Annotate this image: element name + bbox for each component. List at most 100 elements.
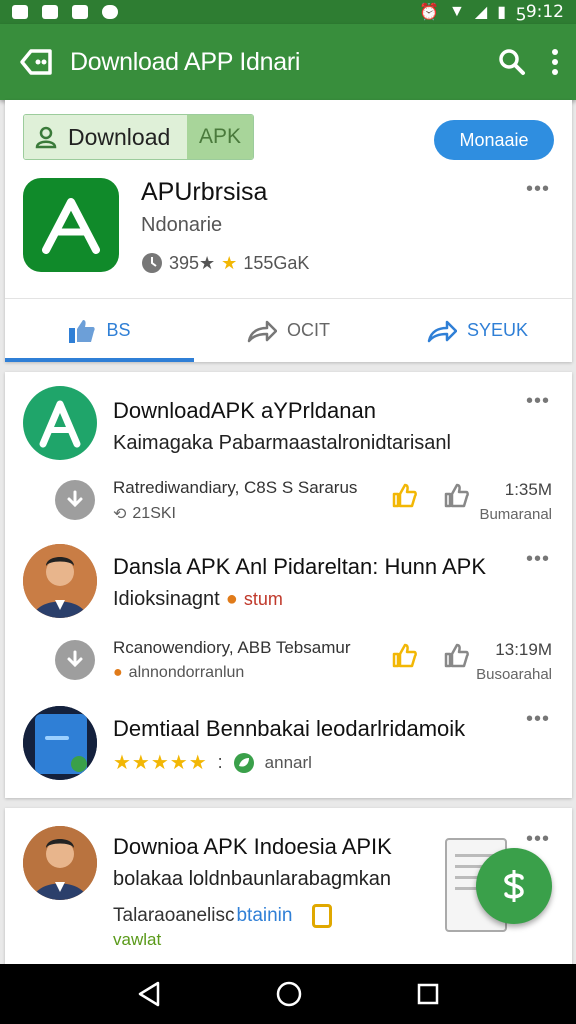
- thumbs-up-outline-icon[interactable]: [443, 642, 469, 668]
- more-options-icon[interactable]: •••: [526, 390, 550, 413]
- download-count: 155GaK: [243, 252, 310, 273]
- rating-value: 395★: [169, 252, 216, 273]
- more-options-icon[interactable]: •••: [526, 708, 550, 731]
- signal-icon: ◢: [474, 4, 488, 21]
- feed-item-subtitle: bolakaa loldnbaunlarabagmkan: [113, 868, 391, 890]
- share-arrow-icon: [247, 320, 277, 342]
- feed-item-meta: Ratrediwandiary, C8S S Sararus ⟲ 21SKI 1…: [5, 478, 572, 526]
- person-photo-icon: [23, 826, 97, 900]
- apk-label: APK: [187, 115, 253, 159]
- separator: :: [217, 752, 223, 772]
- rating-row: ★★★★★ : annarl: [113, 750, 312, 775]
- person-photo-icon: [23, 544, 97, 618]
- feed-item[interactable]: Demtiaal Bennbakai leodarlridamoik ★★★★★…: [5, 684, 572, 798]
- thumbs-up-icon[interactable]: [391, 642, 417, 668]
- app-icon-avatar: [23, 386, 97, 460]
- thumbs-up-icon[interactable]: [391, 482, 417, 508]
- item-time-sub: Busoarahal: [476, 666, 552, 683]
- feed-item[interactable]: Dansla APK Anl Pidareltan: Hunn APK Idio…: [5, 534, 572, 684]
- primary-action-button[interactable]: Monaaie: [434, 120, 554, 160]
- gallery-notification-icon: [12, 5, 28, 19]
- meta-sub: ⟲ 21SKI: [113, 504, 176, 524]
- app-name: APUrbrsisa: [141, 178, 268, 206]
- feed-item-title: Downioa APK Indoesia APIK: [113, 834, 392, 859]
- more-options-icon[interactable]: •••: [526, 828, 550, 851]
- status-bar: ⏰ ▼ ◢ ▮ ƽ9:12: [0, 0, 576, 24]
- alarm-icon: ⏰: [419, 4, 440, 21]
- back-tag-icon: [20, 49, 52, 75]
- money-icon: [504, 870, 524, 902]
- phone-screen-icon: [23, 706, 97, 780]
- app-header-card: Download APK Monaaie APUrbrsisa Ndonarie…: [5, 100, 572, 362]
- app-bar: Download APP Idnari: [0, 24, 576, 100]
- tab-label: BS: [106, 320, 131, 340]
- system-nav-bar: [0, 964, 576, 1024]
- thumbs-up-outline-icon[interactable]: [443, 482, 469, 508]
- download-label: Download: [68, 123, 171, 150]
- battery-icon: ▮: [497, 4, 506, 21]
- clipboard-icon: [312, 904, 333, 928]
- forward-arrow-icon: [427, 320, 457, 342]
- tab-forward[interactable]: SYEUK: [383, 299, 572, 362]
- tab-share[interactable]: OCIT: [194, 299, 383, 362]
- meta-sub-text: alnnondorranlun: [128, 664, 245, 681]
- feed-item-subtitle: Kaimagaka Pabarmaastalronidtarisanl: [113, 432, 451, 454]
- meta-text: Ratrediwandiary, C8S S Sararus: [113, 478, 358, 497]
- meta-sub: ● alnnondorranlun: [113, 664, 244, 682]
- app-rating: 395★ ★ 155GaK: [141, 252, 309, 274]
- tag-text: annarl: [264, 752, 312, 772]
- user-icon: [35, 126, 57, 149]
- app-developer: Ndonarie: [141, 214, 223, 236]
- search-icon[interactable]: [498, 48, 526, 76]
- back-triangle-icon[interactable]: [136, 980, 162, 1008]
- badge-icon: ●: [113, 664, 123, 681]
- recents-square-icon[interactable]: [416, 982, 440, 1006]
- letter-a-logo-icon: [42, 198, 100, 254]
- tab-bar: BS OCIT SYEUK: [5, 298, 572, 362]
- tab-label: SYEUK: [466, 320, 529, 340]
- subtitle-tag: stum: [243, 589, 283, 609]
- floating-action-button[interactable]: [476, 848, 552, 924]
- line3-link[interactable]: btainin: [236, 905, 292, 927]
- subtitle-text: Idioksinagnt: [113, 588, 220, 610]
- download-button[interactable]: [55, 640, 95, 680]
- clock-badge-icon: [142, 253, 162, 273]
- wifi-icon: ▼: [449, 3, 465, 20]
- home-circle-icon[interactable]: [275, 980, 303, 1008]
- flame-icon: ●: [225, 588, 238, 610]
- feed-item[interactable]: DownloadAPK aYPrldanan Kaimagaka Pabarma…: [5, 372, 572, 534]
- shield-notification-icon: [42, 5, 58, 19]
- refresh-icon: ⟲: [113, 506, 127, 523]
- meta-text: Rcanowendiory, ABB Tebsamur: [113, 638, 351, 657]
- meta-sub-text: 21SKI: [132, 505, 176, 522]
- tab-like[interactable]: BS: [5, 299, 194, 362]
- app-logo: [23, 178, 119, 272]
- feed-item-line4: vawlat: [113, 930, 162, 949]
- download-arrow-icon: [67, 650, 83, 668]
- feed-card: DownloadAPK aYPrldanan Kaimagaka Pabarma…: [5, 372, 572, 798]
- star-icon: ★: [221, 252, 238, 273]
- user-avatar: [23, 826, 97, 900]
- feed-item-title: DownloadAPK aYPrldanan: [113, 398, 376, 423]
- item-time: 13:19M: [495, 640, 552, 659]
- star-rating: ★★★★★: [113, 752, 208, 774]
- download-apk-button[interactable]: Download APK: [23, 114, 254, 160]
- feed-item-meta: Rcanowendiory, ABB Tebsamur ● alnnondorr…: [5, 638, 572, 686]
- overflow-menu-icon[interactable]: [550, 48, 560, 76]
- item-time-sub: Bumaranal: [479, 506, 552, 523]
- download-button[interactable]: [55, 480, 95, 520]
- thumbs-up-icon: [69, 319, 96, 343]
- user-avatar: [23, 544, 97, 618]
- letter-a-logo-icon: [39, 400, 81, 448]
- clock: ƽ9:12: [516, 2, 564, 22]
- leaf-badge-icon: [233, 752, 254, 773]
- app-bar-title: Download APP Idnari: [70, 47, 301, 76]
- feed-item-title: Dansla APK Anl Pidareltan: Hunn APK: [113, 554, 487, 579]
- line3-text: Talaraoanelisc: [113, 905, 235, 926]
- more-options-icon[interactable]: •••: [526, 178, 550, 201]
- app-notification-icon: [72, 5, 88, 19]
- more-options-icon[interactable]: •••: [526, 548, 550, 571]
- back-button[interactable]: [16, 42, 56, 82]
- feed-item-title: Demtiaal Bennbakai leodarlridamoik: [113, 716, 466, 741]
- app-screenshot-avatar: [23, 706, 97, 780]
